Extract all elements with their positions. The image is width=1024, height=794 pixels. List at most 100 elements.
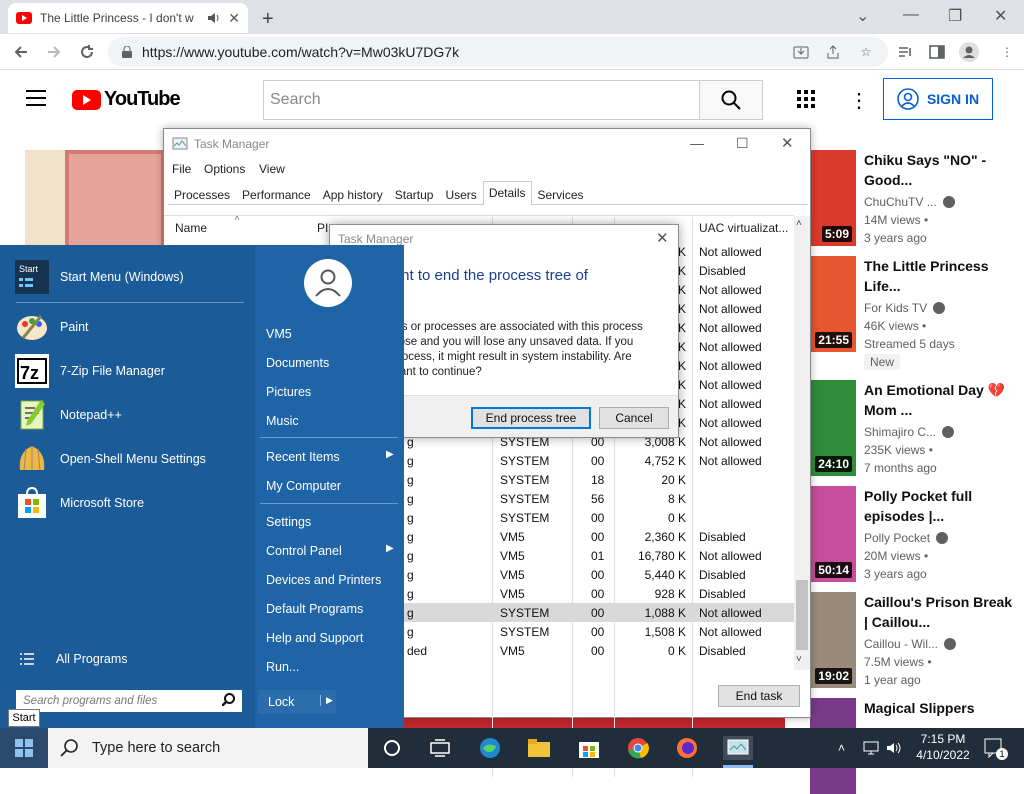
- start-recent-items[interactable]: Recent Items: [266, 450, 340, 464]
- new-tab-icon[interactable]: +: [262, 8, 278, 31]
- share-icon[interactable]: [822, 41, 844, 63]
- hamburger-menu-icon[interactable]: [26, 90, 46, 106]
- edge-icon[interactable]: [478, 736, 502, 760]
- start-pictures[interactable]: Pictures: [266, 385, 311, 399]
- task-view-icon[interactable]: [380, 736, 404, 760]
- scroll-up-icon[interactable]: ˄: [796, 218, 802, 229]
- address-bar[interactable]: https://www.youtube.com/watch?v=Mw03kU7D…: [108, 37, 888, 67]
- user-avatar[interactable]: [304, 259, 352, 307]
- tab-details[interactable]: Details: [482, 181, 532, 205]
- start-devices-printers[interactable]: Devices and Printers: [266, 573, 381, 587]
- back-icon[interactable]: [10, 41, 32, 63]
- start-control-panel[interactable]: Control Panel: [266, 544, 342, 558]
- install-icon[interactable]: [790, 41, 812, 63]
- recommended-video[interactable]: 24:10 An Emotional Day 💔 Mom ... Shimajiro…: [810, 380, 1020, 476]
- menu-view[interactable]: View: [259, 162, 285, 176]
- video-title[interactable]: Chiku Says "NO" - Good...: [864, 150, 1014, 190]
- media-control-icon[interactable]: [894, 41, 916, 63]
- start-default-programs[interactable]: Default Programs: [266, 602, 363, 616]
- store-icon[interactable]: [577, 736, 601, 760]
- tab-services[interactable]: Services: [532, 183, 590, 204]
- scroll-thumb[interactable]: [796, 580, 808, 650]
- tab-users[interactable]: Users: [439, 183, 482, 204]
- bookmark-star-icon[interactable]: ☆: [855, 41, 877, 63]
- start-item-paint[interactable]: Paint: [14, 307, 244, 347]
- channel-name[interactable]: For Kids TV: [864, 301, 946, 315]
- video-title[interactable]: The Little Princess Life...: [864, 256, 1014, 296]
- start-item-openshell[interactable]: Open-Shell Menu Settings: [14, 439, 244, 479]
- tab-processes[interactable]: Processes: [168, 183, 236, 204]
- search-input[interactable]: Search: [263, 80, 700, 120]
- process-scrollbar[interactable]: ˄ ˅: [794, 216, 810, 670]
- menu-file[interactable]: File: [172, 162, 191, 176]
- channel-name[interactable]: Shimajiro C...: [864, 425, 955, 439]
- menu-options[interactable]: Options: [204, 162, 245, 176]
- taskbar-search[interactable]: Type here to search: [48, 728, 368, 768]
- volume-icon[interactable]: [886, 728, 904, 768]
- recommended-video[interactable]: 21:55 The Little Princess Life... For Kids…: [810, 256, 1020, 370]
- video-title[interactable]: Caillou's Prison Break | Caillou...: [864, 592, 1014, 632]
- side-panel-icon[interactable]: [926, 41, 948, 63]
- lock-arrow-icon[interactable]: ▶: [320, 695, 333, 706]
- start-item-7zip[interactable]: 7z 7-Zip File Manager: [14, 351, 244, 391]
- lock-button[interactable]: Lock ▶: [258, 690, 336, 714]
- tab-search-icon[interactable]: ⌄: [856, 6, 869, 26]
- video-thumbnail[interactable]: 5:09: [810, 150, 856, 246]
- youtube-logo[interactable]: YouTube: [72, 88, 181, 111]
- recommended-video[interactable]: 19:02 Caillou's Prison Break | Caillou...…: [810, 592, 1020, 688]
- file-explorer-icon[interactable]: [527, 736, 551, 760]
- start-item-store[interactable]: Microsoft Store: [14, 483, 244, 523]
- channel-name[interactable]: Caillou - Wil...: [864, 637, 957, 651]
- chrome-menu-icon[interactable]: ⋮: [996, 41, 1018, 63]
- task-manager-taskbar-icon[interactable]: [723, 736, 753, 760]
- maximize-icon[interactable]: ☐: [736, 135, 749, 152]
- show-hidden-icons[interactable]: ˄: [838, 728, 845, 768]
- settings-more-icon[interactable]: ⋮: [849, 88, 869, 113]
- start-item-start-menu[interactable]: Start Start Menu (Windows): [14, 257, 244, 297]
- tab-startup[interactable]: Startup: [389, 183, 440, 204]
- channel-name[interactable]: Polly Pocket: [864, 531, 949, 545]
- widgets-icon[interactable]: [428, 736, 452, 760]
- end-process-tree-button[interactable]: End process tree: [471, 407, 591, 429]
- audio-icon[interactable]: [206, 11, 220, 25]
- start-my-computer[interactable]: My Computer: [266, 479, 341, 493]
- start-help-support[interactable]: Help and Support: [266, 631, 363, 645]
- start-settings[interactable]: Settings: [266, 515, 311, 529]
- start-item-notepadpp[interactable]: Notepad++: [14, 395, 244, 435]
- start-documents[interactable]: Documents: [266, 356, 329, 370]
- start-search-input[interactable]: Search programs and files: [16, 690, 242, 712]
- network-icon[interactable]: [863, 728, 881, 768]
- close-icon[interactable]: ✕: [781, 134, 794, 152]
- tab-app-history[interactable]: App history: [317, 183, 389, 204]
- video-thumbnail[interactable]: 21:55: [810, 256, 856, 352]
- browser-tab[interactable]: The Little Princess - I don't w ✕: [8, 3, 248, 33]
- close-tab-icon[interactable]: ✕: [228, 10, 240, 27]
- minimize-icon[interactable]: —: [690, 135, 704, 151]
- column-uac[interactable]: UAC virtualizat...: [699, 221, 788, 235]
- video-thumbnail[interactable]: 50:14: [810, 486, 856, 582]
- sign-in-button[interactable]: SIGN IN: [883, 78, 993, 120]
- start-button[interactable]: [0, 728, 48, 768]
- close-window-icon[interactable]: ✕: [994, 6, 1007, 26]
- clock[interactable]: 7:15 PM 4/10/2022: [910, 731, 976, 763]
- start-user[interactable]: VM5: [266, 327, 292, 341]
- chrome-icon[interactable]: [626, 736, 650, 760]
- minimize-icon[interactable]: —: [903, 6, 919, 24]
- video-title[interactable]: Polly Pocket full episodes |...: [864, 486, 1014, 526]
- reload-icon[interactable]: [76, 41, 98, 63]
- dialog-close-icon[interactable]: ✕: [656, 229, 669, 247]
- tab-performance[interactable]: Performance: [236, 183, 317, 204]
- cancel-button[interactable]: Cancel: [599, 407, 669, 429]
- video-title[interactable]: An Emotional Day 💔 Mom ...: [864, 380, 1014, 420]
- video-thumbnail[interactable]: 24:10: [810, 380, 856, 476]
- search-icon[interactable]: [222, 693, 235, 706]
- end-task-button[interactable]: End task: [718, 685, 800, 707]
- video-thumbnail[interactable]: 19:02: [810, 592, 856, 688]
- profile-icon[interactable]: [958, 41, 980, 63]
- forward-icon[interactable]: [43, 41, 65, 63]
- task-manager-titlebar[interactable]: Task Manager: [164, 129, 810, 159]
- start-run[interactable]: Run...: [266, 660, 299, 674]
- column-name[interactable]: Name: [175, 221, 207, 235]
- firefox-icon[interactable]: [675, 736, 699, 760]
- restore-icon[interactable]: ❐: [948, 6, 962, 26]
